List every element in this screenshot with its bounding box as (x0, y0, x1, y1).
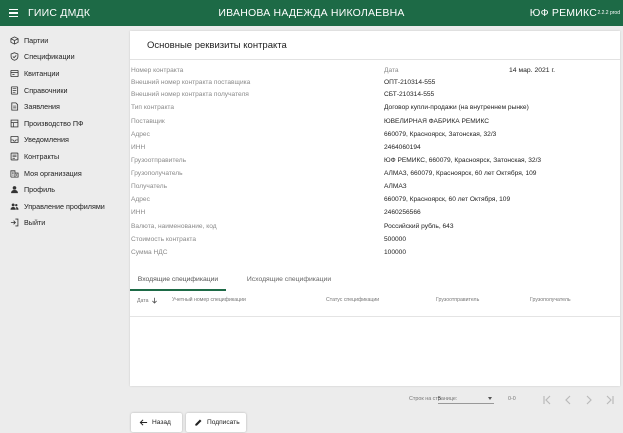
menu-icon[interactable] (0, 0, 26, 26)
building-icon (10, 169, 19, 178)
field-label: Внешний номер контракта получателя (131, 91, 249, 98)
field-value: 100000 (384, 249, 407, 256)
field-value: 660079, Красноярск, Затонская, 32/3 (384, 131, 497, 138)
contract-icon (10, 152, 19, 161)
sidebar-item-parties[interactable]: Партии (0, 32, 128, 49)
first-page-icon[interactable] (541, 394, 553, 406)
rows-per-page-select[interactable]: 5 (438, 394, 494, 404)
person-icon (11, 186, 18, 194)
sidebar-item-label: Заявления (24, 102, 60, 112)
sidebar-item-label: Управление профилями (24, 201, 105, 211)
field-label: Адрес (131, 196, 150, 203)
shield-check-icon (10, 52, 19, 62)
field-value: 660079, Красноярск, 60 лет Октября, 109 (384, 196, 511, 203)
sidebar-item-label: Производство ПФ (24, 118, 84, 128)
field-value: 2460256566 (384, 209, 421, 216)
next-page-icon[interactable] (583, 394, 595, 406)
field-label: Получатель (131, 183, 168, 190)
field-label: Поставщик (131, 118, 165, 125)
sidebar-item-label: Уведомления (24, 135, 69, 145)
org-name: ЮФ РЕМИКС (529, 7, 597, 19)
sidebar-item-label: Моя организация (24, 168, 82, 178)
page-title: Основные реквизиты контракта (147, 40, 287, 51)
field-value: АЛМАЗ, 660079, Красноярск, 60 лет Октябр… (384, 170, 537, 177)
sidebar-item-profile-management[interactable]: Управление профилями (0, 198, 128, 215)
sidebar-item-profile[interactable]: Профиль (0, 181, 128, 198)
sidebar-item-label: Контракты (24, 151, 60, 161)
sidebar-item-label: Профиль (24, 185, 56, 195)
tab-incoming-specifications[interactable]: Входящие спецификации (130, 268, 226, 290)
logout-icon (10, 219, 19, 227)
field-label: Валюта, наименование, код (131, 223, 217, 230)
last-page-icon[interactable] (604, 394, 616, 406)
factory-icon (10, 119, 19, 128)
divider (130, 59, 620, 60)
field-label: Грузополучатель (131, 170, 183, 177)
back-button[interactable]: Назад (131, 413, 182, 432)
column-header-status[interactable]: Статус спецификации (326, 297, 379, 303)
sign-button[interactable]: Подписать (186, 413, 246, 432)
column-header-date[interactable]: Дата (137, 297, 158, 304)
field-value: Договор купли-продажи (на внутреннем рын… (384, 104, 529, 111)
sidebar-item-label: Партии (24, 35, 49, 45)
pencil-icon (195, 419, 202, 426)
sidebar-item-label: Спецификации (24, 52, 75, 62)
field-label: Адрес (131, 131, 150, 138)
field-value: ЮФ РЕМИКС, 660079, Красноярск, Затонская… (384, 157, 542, 164)
sidebar-item-label: Выйти (24, 218, 46, 228)
sidebar-item-my-organization[interactable]: Моя организация (0, 165, 128, 182)
previous-page-icon[interactable] (562, 394, 574, 406)
people-icon (10, 203, 19, 210)
top-bar: ГИИС ДМДК ИВАНОВА НАДЕЖДА НИКОЛАЕВНА ЮФ … (0, 0, 623, 26)
receipt-icon (10, 69, 19, 78)
field-value: ОПТ-210314-555 (384, 79, 436, 86)
field-label: Номер контракта (131, 67, 184, 74)
column-header-shipper[interactable]: Грузоотправитель (436, 297, 479, 303)
field-label: Стоимость контракта (131, 236, 197, 243)
specification-tabs: Входящие спецификации Исходящие специфик… (130, 268, 620, 291)
sidebar: Партии Спецификации Квитанции Справочник… (0, 26, 128, 433)
field-value: АЛМАЗ (384, 183, 407, 190)
dropdown-arrow-icon (488, 397, 492, 400)
field-value: 2464060194 (384, 144, 421, 151)
contract-date-value: 14 мар. 2021 г. (509, 67, 556, 74)
field-value: Российский рубль, 643 (384, 223, 454, 230)
field-label-date: Дата (384, 67, 399, 74)
book-icon (10, 86, 19, 95)
field-value: СБТ-210314-555 (384, 91, 435, 98)
sidebar-item-directories[interactable]: Справочники (0, 82, 128, 99)
sidebar-item-logout[interactable]: Выйти (0, 215, 128, 232)
document-icon (11, 102, 19, 111)
sidebar-item-applications[interactable]: Заявления (0, 98, 128, 115)
active-tab-indicator (130, 289, 226, 291)
arrow-left-icon (139, 419, 148, 426)
page-range: 0-0 (508, 396, 516, 402)
sidebar-item-contracts[interactable]: Контракты (0, 148, 128, 165)
sidebar-item-receipts[interactable]: Квитанции (0, 65, 128, 82)
field-label: Тип контракта (131, 104, 175, 111)
arrow-down-icon (151, 297, 157, 304)
column-header-account-number[interactable]: Учетный номер спецификации (172, 297, 246, 303)
field-value: 500000 (384, 236, 407, 243)
table-divider (130, 316, 620, 317)
field-label: Внешний номер контракта поставщика (131, 79, 251, 86)
tab-outgoing-specifications[interactable]: Исходящие спецификации (238, 268, 340, 290)
column-header-consignee[interactable]: Грузополучатель (530, 297, 571, 303)
sidebar-item-specifications[interactable]: Спецификации (0, 49, 128, 66)
field-label: Грузоотправитель (131, 157, 187, 164)
sidebar-item-label: Справочники (24, 85, 68, 95)
sidebar-item-production[interactable]: Производство ПФ (0, 115, 128, 132)
app-version: 2.2.2 prod (597, 10, 620, 16)
field-label: Сумма НДС (131, 249, 168, 256)
sidebar-item-notifications[interactable]: Уведомления (0, 132, 128, 149)
field-value: ЮВЕЛИРНАЯ ФАБРИКА РЕМИКС (384, 118, 490, 125)
field-label: ИНН (131, 144, 146, 151)
box-icon (10, 36, 19, 45)
app-title[interactable]: ГИИС ДМДК (28, 7, 90, 19)
sidebar-item-label: Квитанции (24, 68, 60, 78)
notification-icon (10, 136, 19, 144)
field-label: ИНН (131, 209, 146, 216)
